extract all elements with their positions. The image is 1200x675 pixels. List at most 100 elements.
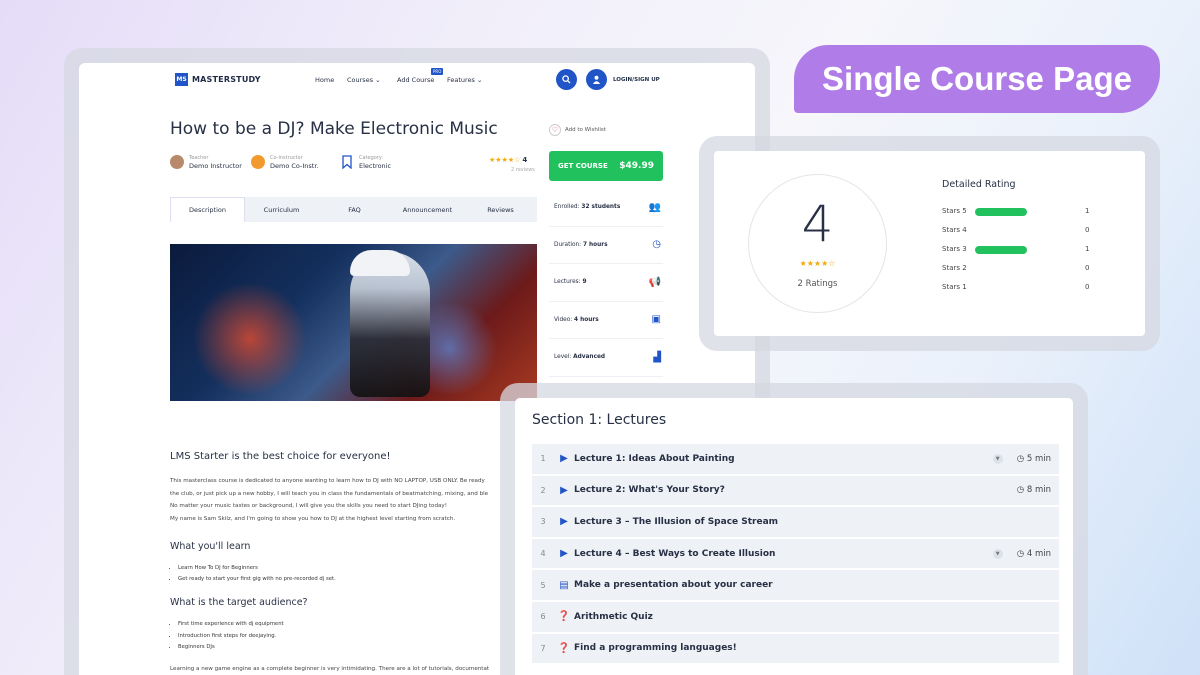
description-line: No matter your music tastes or backgroun… (170, 503, 447, 509)
rating-bar (975, 246, 1027, 254)
description-bottom-line: Learning a new game engine as a complete… (170, 666, 490, 672)
teacher-label: Teacher (189, 155, 209, 161)
logo-text: MASTERSTUDY (192, 75, 261, 84)
logo[interactable]: MS MASTERSTUDY (175, 73, 261, 86)
rating-row-1: Stars 1 0 (942, 283, 1092, 293)
lecture-duration-value: 4 min (1026, 548, 1051, 559)
list-item: Introduction first steps for deejaying. (178, 631, 284, 643)
heart-icon: ♡ (549, 124, 561, 136)
lecture-title: Lecture 1: Ideas About Painting (574, 453, 735, 464)
teacher-name: Demo Instructor (189, 162, 242, 170)
nav-features-label: Features (447, 76, 475, 84)
search-button[interactable] (556, 69, 577, 90)
chevron-down-icon[interactable]: ▼ (992, 548, 1003, 559)
rating-row-count: 0 (1085, 264, 1090, 272)
lecture-title: Make a presentation about your career (574, 580, 773, 591)
learn-list: Learn How To DJ for Beginners Get ready … (170, 563, 336, 585)
rating-row-label: Stars 1 (942, 283, 967, 291)
lecture-title: Lecture 3 – The Illusion of Space Stream (574, 516, 779, 527)
rating-row-count: 1 (1085, 207, 1090, 215)
lecture-row[interactable]: 6 ❓ Arithmetic Quiz (532, 602, 1059, 632)
audience-list: First time experience with dj equipment … (170, 619, 284, 654)
rating-row-4: Stars 4 0 (942, 226, 1092, 236)
info-duration: Duration: 7 hours ◷ (549, 227, 663, 264)
course-hero-image (170, 244, 537, 401)
bookmark-icon (342, 155, 352, 169)
nav-features[interactable]: Features ⌄ (447, 76, 482, 84)
nav-add-course[interactable]: Add Course (397, 76, 434, 84)
rating-row-count: 0 (1085, 226, 1090, 234)
top-nav: MS MASTERSTUDY Home Courses ⌄ Add Course… (79, 63, 755, 97)
coinstructor-meta[interactable]: Co-instructor Demo Co-Instr. (251, 155, 318, 170)
tab-reviews[interactable]: Reviews (464, 197, 537, 222)
lecture-row[interactable]: 5 ▤ Make a presentation about your career (532, 570, 1059, 600)
lecture-row[interactable]: 3 ▶ Lecture 3 – The Illusion of Space Stre… (532, 507, 1059, 537)
info-video-label: Video: (554, 316, 573, 323)
list-item: Learn How To DJ for Beginners (178, 563, 336, 574)
audience-heading: What is the target audience? (170, 597, 308, 608)
tab-description[interactable]: Description (170, 197, 245, 222)
category-meta[interactable]: Category: Electronic (341, 155, 391, 170)
lecture-title: Lecture 4 – Best Ways to Create Illusion (574, 548, 776, 559)
description-line: My name is Sam Skilz, and I'm going to s… (170, 515, 456, 522)
lecture-duration: ◷ 5 min (1017, 454, 1051, 464)
description-line: the club, or just pick up a new hobby, I… (170, 490, 489, 497)
clock-icon: ◷ (1016, 453, 1027, 464)
reviews-count[interactable]: 2 reviews (511, 167, 535, 173)
lecture-number: 5 (540, 580, 546, 590)
play-icon: ▶ (560, 548, 568, 560)
user-avatar-button[interactable] (586, 69, 607, 90)
category-label: Category: (359, 155, 384, 161)
info-enrolled-value: 32 students (581, 204, 621, 211)
play-icon: ▶ (560, 484, 568, 496)
clock-icon: ◷ (652, 239, 661, 251)
rating-row-count: 1 (1085, 245, 1090, 253)
rating-bar (975, 208, 1027, 216)
tab-faq[interactable]: FAQ (318, 197, 391, 222)
get-course-button[interactable]: GET COURSE $49.99 (549, 151, 663, 181)
rating-row-label: Stars 4 (942, 226, 967, 234)
curriculum-card: Section 1: Lectures 1 ▶ Lecture 1: Ideas A… (515, 398, 1073, 675)
add-to-wishlist[interactable]: ♡ Add to Wishlist (549, 124, 606, 136)
list-item: Get ready to start your first gig with n… (178, 574, 336, 585)
clock-icon: ◷ (1016, 485, 1027, 496)
lecture-title: Arithmetic Quiz (574, 611, 653, 622)
description-paragraph: This masterclass course is dedicated to … (170, 475, 510, 525)
ratings-count: 2 Ratings (797, 279, 838, 289)
tab-curriculum[interactable]: Curriculum (245, 197, 318, 222)
nav-courses-label: Courses (347, 76, 374, 84)
nav-home[interactable]: Home (315, 76, 334, 84)
course-title: How to be a DJ? Make Electronic Music (170, 119, 498, 139)
lecture-duration-value: 5 min (1026, 453, 1051, 464)
rating-row-label: Stars 5 (942, 207, 967, 215)
rating-bar (975, 265, 1027, 273)
info-level-value: Advanced (573, 354, 606, 361)
lecture-number: 3 (540, 517, 546, 527)
lecture-row[interactable]: 4 ▶ Lecture 4 – Best Ways to Create Illusi… (532, 538, 1059, 569)
rating-row-label: Stars 3 (942, 245, 967, 253)
lecture-duration: ◷ 4 min (1017, 549, 1051, 559)
teacher-avatar (170, 155, 184, 169)
lecture-duration: ◷ 8 min (1017, 485, 1051, 495)
detailed-rating-title: Detailed Rating (942, 179, 1016, 190)
bar-chart-icon: ▟ (653, 351, 661, 363)
lecture-row[interactable]: 2 ▶ Lecture 2: What's Your Story? ◷ 8 min (532, 475, 1059, 506)
get-course-label: GET COURSE (558, 162, 608, 170)
lecture-row[interactable]: 1 ▶ Lecture 1: Ideas About Painting ▼ ◷ 5 mi… (532, 444, 1059, 474)
nav-courses[interactable]: Courses ⌄ (347, 76, 381, 84)
rating-row-count: 0 (1085, 283, 1090, 291)
average-rating: 4 (801, 195, 834, 253)
user-icon (592, 75, 601, 84)
course-tabs: Description Curriculum FAQ Announcement … (170, 197, 537, 222)
video-icon: ▣ (651, 314, 661, 326)
teacher-meta[interactable]: Teacher Demo Instructor (170, 155, 242, 170)
tab-announcement[interactable]: Announcement (391, 197, 464, 222)
login-link[interactable]: LOGIN/SIGN UP (613, 77, 660, 83)
coinstructor-label: Co-instructor (270, 155, 303, 161)
lecture-row[interactable]: 7 ❓ Find a programming languages! (532, 633, 1059, 664)
lecture-number: 7 (540, 643, 546, 653)
chevron-down-icon[interactable]: ▼ (992, 453, 1003, 464)
list-item: Beginners DJs (178, 642, 284, 654)
rating-row-3: Stars 3 1 (942, 245, 1092, 255)
info-video-value: 4 hours (574, 316, 599, 323)
